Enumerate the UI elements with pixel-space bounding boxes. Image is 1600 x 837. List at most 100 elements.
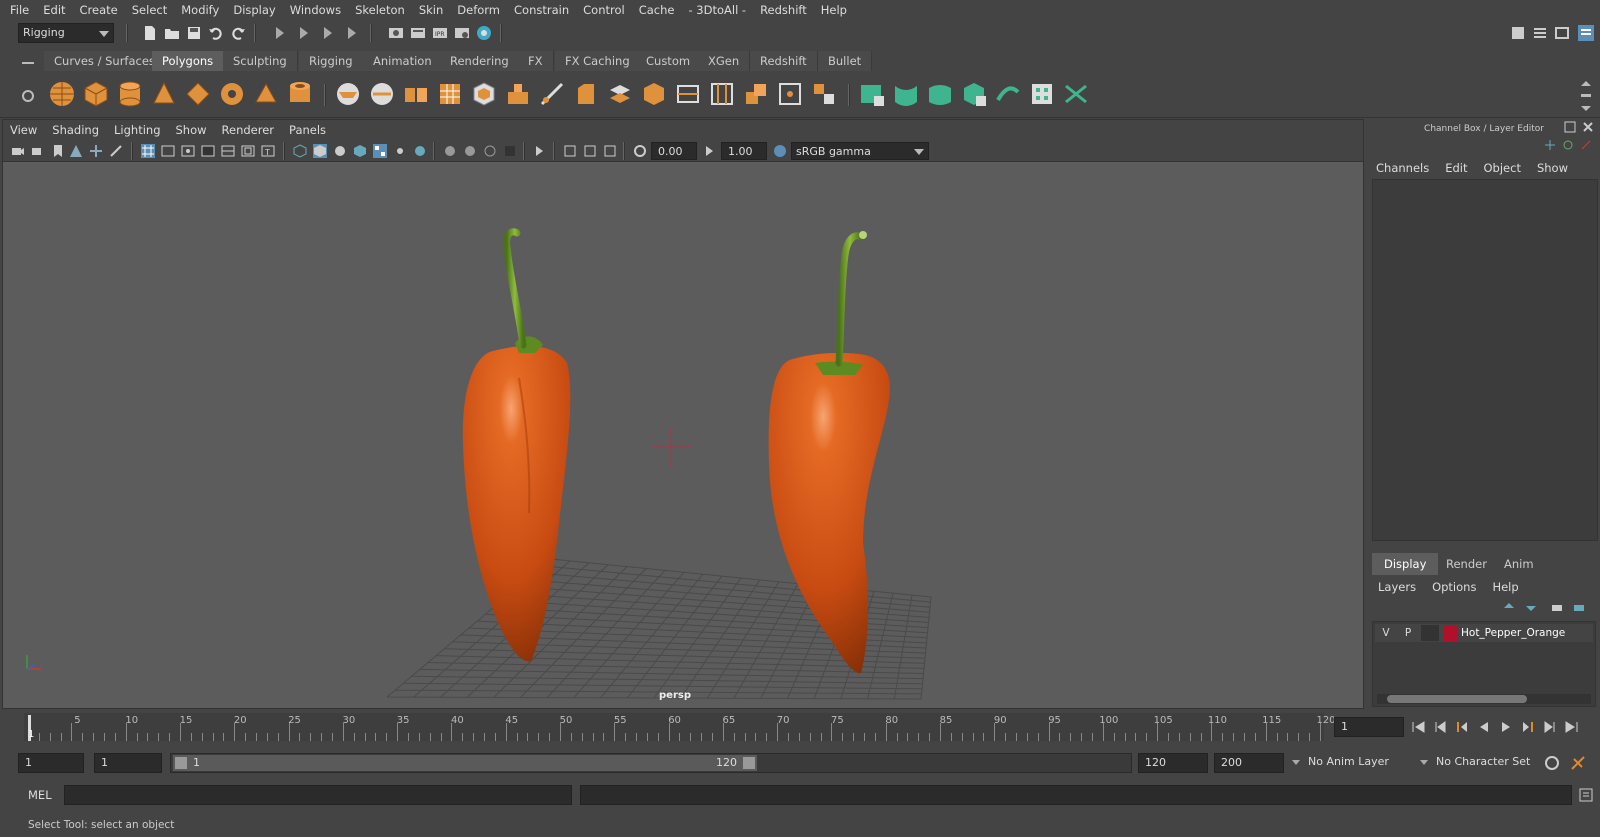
3d-scene[interactable]	[3, 163, 1364, 709]
move-layer-down-icon[interactable]	[1524, 601, 1538, 615]
tool-settings-icon[interactable]	[1554, 25, 1570, 41]
gate-mask-icon[interactable]	[201, 144, 215, 158]
camera-attributes-icon[interactable]	[31, 144, 45, 158]
poly-torus-icon[interactable]	[218, 80, 246, 108]
current-frame-field[interactable]: 1	[1334, 717, 1404, 737]
time-slider-track[interactable]: 5 10 15 20 25 30 35 40 45 50 55 60 65 70 75 80 85 90 95 100…	[24, 713, 1336, 741]
le-menu-layers[interactable]: Layers	[1378, 577, 1424, 597]
menu-deform[interactable]: Deform	[451, 0, 508, 20]
open-scene-icon[interactable]	[164, 25, 180, 41]
wireframe-on-shaded-icon[interactable]	[353, 144, 367, 158]
tab-render[interactable]: Render	[1434, 553, 1499, 575]
select-object-icon[interactable]	[296, 25, 312, 41]
select-component-icon[interactable]	[320, 25, 336, 41]
go-to-start-icon[interactable]	[1410, 719, 1426, 735]
speed-icon[interactable]	[1562, 139, 1574, 151]
shelf-tab-rigging[interactable]: Rigging	[299, 51, 364, 71]
extract-icon[interactable]	[470, 80, 498, 108]
default-material-icon[interactable]	[333, 144, 347, 158]
mirror-icon[interactable]	[402, 80, 430, 108]
redo-icon[interactable]	[230, 25, 246, 41]
animation-start-field[interactable]: 1	[18, 753, 84, 773]
image-plane-icon[interactable]	[69, 144, 83, 158]
bevel-icon[interactable]	[572, 80, 600, 108]
xray-icon[interactable]	[563, 144, 577, 158]
anti-aliasing-icon[interactable]	[483, 144, 497, 158]
poly-plane-icon[interactable]	[184, 80, 212, 108]
tab-display[interactable]: Display	[1372, 553, 1439, 575]
select-hierarchy-icon[interactable]	[272, 25, 288, 41]
spherical-uv-icon[interactable]	[926, 80, 954, 108]
menu-skin[interactable]: Skin	[413, 0, 451, 20]
move-layer-up-icon[interactable]	[1502, 601, 1516, 615]
menu-windows[interactable]: Windows	[284, 0, 349, 20]
motion-blur-icon[interactable]	[463, 144, 477, 158]
vp-menu-show[interactable]: Show	[169, 120, 215, 140]
step-back-frame-icon[interactable]	[1432, 719, 1448, 735]
insert-edge-loop-icon[interactable]	[674, 80, 702, 108]
snap-icon[interactable]	[344, 25, 360, 41]
auto-key-icon[interactable]	[1544, 755, 1560, 771]
le-menu-options[interactable]: Options	[1432, 577, 1484, 597]
shelf-tab-sculpting[interactable]: Sculpting	[223, 51, 298, 71]
new-layer-selected-icon[interactable]	[1572, 601, 1586, 615]
xray-components-icon[interactable]	[603, 144, 617, 158]
tab-anim[interactable]: Anim	[1492, 553, 1546, 575]
layer-visibility-toggle[interactable]: V	[1377, 625, 1395, 641]
poly-cone-icon[interactable]	[150, 80, 178, 108]
shelf-tab-fx-caching[interactable]: FX Caching	[555, 51, 641, 71]
close-icon[interactable]	[1582, 121, 1594, 133]
script-editor-icon[interactable]	[1578, 787, 1594, 803]
command-input[interactable]	[64, 785, 572, 805]
poly-sphere-icon[interactable]	[48, 80, 76, 108]
uv-editor-icon[interactable]	[1028, 80, 1056, 108]
shelf-tab-curves-surfaces[interactable]: Curves / Surfaces	[44, 51, 166, 71]
vp-menu-renderer[interactable]: Renderer	[215, 120, 283, 140]
safe-title-icon[interactable]: T	[261, 144, 275, 158]
shelf-scroll-down-icon[interactable]	[1578, 100, 1594, 116]
wireframe-icon[interactable]	[293, 144, 307, 158]
exposure-field[interactable]: 0.00	[651, 142, 697, 160]
smooth-shade-icon[interactable]	[313, 144, 327, 158]
undo-icon[interactable]	[208, 25, 224, 41]
cb-menu-edit[interactable]: Edit	[1437, 159, 1475, 177]
cb-menu-show[interactable]: Show	[1529, 159, 1576, 177]
grid-toggle-icon[interactable]	[141, 144, 155, 158]
poly-pipe-icon[interactable]	[286, 80, 314, 108]
layer-name[interactable]: Hot_Pepper_Orange	[1461, 625, 1565, 641]
xray-joints-icon[interactable]	[583, 144, 597, 158]
2d-pan-zoom-icon[interactable]	[89, 144, 103, 158]
menuset-dropdown[interactable]: Rigging	[18, 23, 114, 43]
menu-redshift[interactable]: Redshift	[754, 0, 815, 20]
layer-color-swatch[interactable]	[1443, 625, 1457, 641]
menu-create[interactable]: Create	[74, 0, 126, 20]
depth-of-field-icon[interactable]	[503, 144, 517, 158]
channel-box-area[interactable]	[1372, 179, 1598, 541]
range-slider-handle[interactable]: 1 120	[173, 755, 757, 771]
hyper-icon[interactable]	[1580, 139, 1592, 151]
save-scene-icon[interactable]	[186, 25, 202, 41]
field-chart-icon[interactable]	[221, 144, 235, 158]
cb-menu-channels[interactable]: Channels	[1368, 159, 1437, 177]
menu-select[interactable]: Select	[126, 0, 175, 20]
shelf-tab-bullet[interactable]: Bullet	[818, 51, 873, 71]
menu-modify[interactable]: Modify	[175, 0, 227, 20]
exposure-icon[interactable]	[633, 144, 647, 158]
multi-cut-icon[interactable]	[538, 80, 566, 108]
modeling-toolkit-icon[interactable]	[1510, 25, 1526, 41]
anim-layer-dropdown[interactable]: No Anim Layer	[1290, 753, 1414, 773]
uv-cut-sew-icon[interactable]	[1062, 80, 1090, 108]
menu-edit[interactable]: Edit	[37, 0, 73, 20]
poly-cylinder-icon[interactable]	[116, 80, 144, 108]
range-slider[interactable]: 1 120	[170, 753, 1132, 773]
camera-icon[interactable]	[11, 144, 25, 158]
float-panel-icon[interactable]	[1564, 121, 1576, 133]
shelf-tab-custom[interactable]: Custom	[636, 51, 702, 71]
resolution-gate-icon[interactable]	[181, 144, 195, 158]
play-forwards-icon[interactable]	[1498, 719, 1514, 735]
color-management-icon[interactable]	[773, 144, 787, 158]
attribute-editor-icon[interactable]	[1532, 25, 1548, 41]
separate-icon[interactable]	[368, 80, 396, 108]
render-frame-icon[interactable]	[410, 25, 426, 41]
menu-display[interactable]: Display	[227, 0, 283, 20]
